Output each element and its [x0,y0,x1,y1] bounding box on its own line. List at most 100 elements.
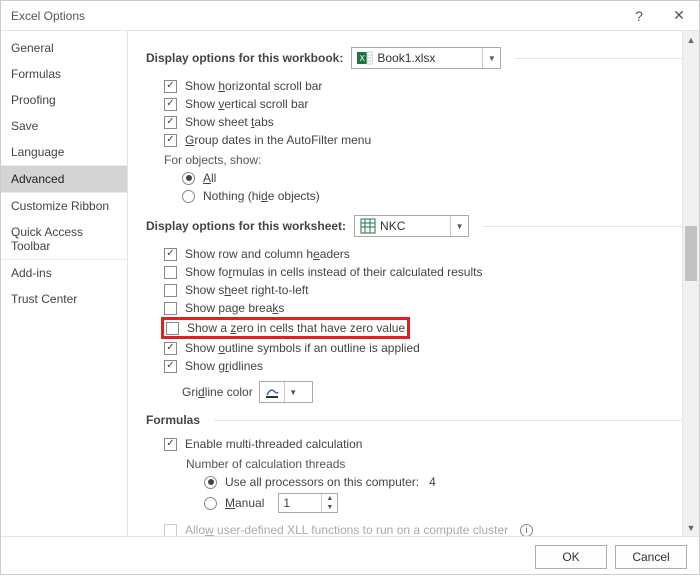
scroll-down-icon[interactable]: ▼ [683,519,699,536]
bottom-bar: OK Cancel [1,536,699,576]
radio-icon [182,190,195,203]
scroll-up-icon[interactable]: ▲ [683,31,699,48]
spinner-up-icon[interactable]: ▲ [322,494,337,503]
radio-objects-all[interactable]: All [164,169,699,187]
gridline-color-combo[interactable]: ▼ [259,381,313,403]
scrollbar[interactable]: ▲ ▼ [682,31,699,536]
checkbox-icon [164,98,177,111]
option-label: Enable multi-threaded calculation [185,437,362,451]
option-label: Show a zero in cells that have zero valu… [187,321,405,335]
worksheet-combo[interactable]: NKC ▼ [354,215,469,237]
chk-gridlines[interactable]: Show gridlines [164,357,699,375]
chk-multithread[interactable]: Enable multi-threaded calculation [164,435,699,453]
scroll-thumb[interactable] [685,226,697,281]
checkbox-icon [164,360,177,373]
option-label: Show sheet tabs [185,115,274,129]
checkbox-icon [164,80,177,93]
checkbox-icon [166,322,179,335]
radio-icon [182,172,195,185]
option-label: Show horizontal scroll bar [185,79,322,93]
sidebar-item-save[interactable]: Save [1,113,127,139]
chk-vertical-scroll[interactable]: Show vertical scroll bar [164,95,699,113]
close-icon[interactable]: ✕ [659,1,699,31]
sidebar-item-label: Trust Center [11,292,77,306]
option-label: Allow user-defined XLL functions to run … [185,523,508,536]
cancel-button[interactable]: Cancel [615,545,687,569]
option-label: Show sheet right-to-left [185,283,308,297]
checkbox-icon [164,302,177,315]
checkbox-icon [164,342,177,355]
radio-icon [204,476,217,489]
option-label: Show outline symbols if an outline is ap… [185,341,420,355]
chevron-down-icon: ▼ [284,382,302,402]
content-pane: Display options for this workbook: X Boo… [128,31,699,536]
sidebar-item-label: Save [11,119,38,133]
workbook-options: Show horizontal scroll bar Show vertical… [146,77,699,205]
processor-count: 4 [429,475,436,489]
section-worksheet: Display options for this worksheet: NKC … [146,215,699,237]
sidebar-item-trust-center[interactable]: Trust Center [1,286,127,312]
sidebar-item-customize-ribbon[interactable]: Customize Ribbon [1,193,127,219]
sidebar-item-formulas[interactable]: Formulas [1,61,127,87]
chk-horizontal-scroll[interactable]: Show horizontal scroll bar [164,77,699,95]
excel-file-icon: X [356,50,374,66]
sidebar-item-advanced[interactable]: Advanced [1,166,127,193]
button-label: OK [562,550,579,564]
option-label: Group dates in the AutoFilter menu [185,133,371,147]
ok-button[interactable]: OK [535,545,607,569]
radio-use-all[interactable]: Use all processors on this computer: 4 [164,473,699,491]
checkbox-icon [164,284,177,297]
chk-outline-symbols[interactable]: Show outline symbols if an outline is ap… [164,339,699,357]
formulas-options: Enable multi-threaded calculation Number… [146,435,699,536]
sidebar: General Formulas Proofing Save Language … [1,31,128,536]
gridline-color-label: Gridline color [182,385,253,399]
option-label: Show formulas in cells instead of their … [185,265,482,279]
sidebar-item-addins[interactable]: Add-ins [1,260,127,286]
sidebar-item-general[interactable]: General [1,35,127,61]
section-workbook: Display options for this workbook: X Boo… [146,47,699,69]
workbook-combo-value: Book1.xlsx [377,51,482,65]
radio-objects-nothing[interactable]: Nothing (hide objects) [164,187,699,205]
manual-threads-spinner[interactable]: 1 ▲▼ [278,493,338,513]
info-icon[interactable]: i [520,524,533,537]
chk-page-breaks[interactable]: Show page breaks [164,299,699,317]
gridline-color-row: Gridline color ▼ [182,381,699,403]
worksheet-combo-value: NKC [380,219,450,233]
checkbox-icon [164,266,177,279]
section-heading: Formulas [146,413,200,427]
chk-group-dates[interactable]: Group dates in the AutoFilter menu [164,131,699,149]
sidebar-item-label: Language [11,145,64,159]
section-heading: Display options for this workbook: [146,51,343,65]
option-label: Show row and column headers [185,247,350,261]
chevron-down-icon: ▼ [450,216,468,236]
spinner-value: 1 [279,494,321,512]
sidebar-item-label: Formulas [11,67,61,81]
workbook-combo[interactable]: X Book1.xlsx ▼ [351,47,501,69]
help-icon[interactable]: ? [619,1,659,31]
chk-xll-cluster: Allow user-defined XLL functions to run … [164,521,699,536]
radio-manual[interactable]: Manual 1 ▲▼ [164,491,699,515]
chk-zero-value[interactable]: Show a zero in cells that have zero valu… [166,321,405,335]
spinner-buttons[interactable]: ▲▼ [321,494,337,512]
checkbox-icon [164,134,177,147]
threads-label: Number of calculation threads [186,457,699,471]
option-label: Show vertical scroll bar [185,97,308,111]
checkbox-icon [164,248,177,261]
spinner-down-icon[interactable]: ▼ [322,503,337,512]
chk-show-formulas[interactable]: Show formulas in cells instead of their … [164,263,699,281]
sidebar-item-proofing[interactable]: Proofing [1,87,127,113]
sidebar-item-label: Add-ins [11,266,52,280]
option-label: Manual [225,496,264,510]
sidebar-item-quick-access[interactable]: Quick Access Toolbar [1,219,127,260]
window-title: Excel Options [11,9,619,23]
sidebar-item-language[interactable]: Language [1,139,127,166]
option-label: Use all processors on this computer: 4 [225,475,436,489]
option-label: Nothing (hide objects) [203,189,320,203]
chk-rtl[interactable]: Show sheet right-to-left [164,281,699,299]
option-label: Show gridlines [185,359,263,373]
option-label: Show page breaks [185,301,284,315]
checkbox-icon [164,116,177,129]
section-formulas: Formulas [146,413,699,427]
chk-sheet-tabs[interactable]: Show sheet tabs [164,113,699,131]
chk-row-col-headers[interactable]: Show row and column headers [164,245,699,263]
